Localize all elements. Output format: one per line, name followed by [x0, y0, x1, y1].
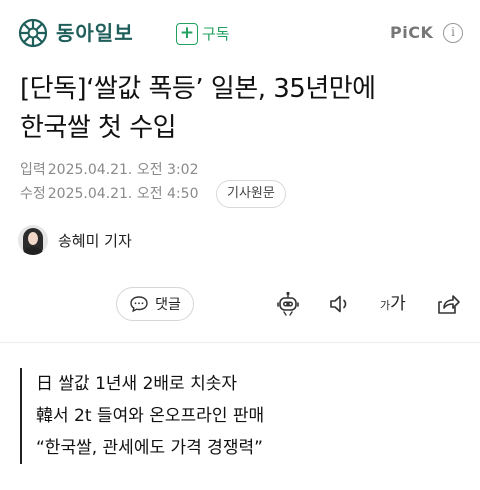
font-size-button[interactable]: 가가 [380, 292, 406, 316]
headline-line-1: [단독]‘쌀값 폭등’ 일본, 35년만에 [20, 74, 376, 104]
top-bar: 동아일보 + 구독 PiCK i [0, 0, 480, 64]
divider [0, 342, 480, 343]
listen-button[interactable] [326, 290, 354, 318]
input-date-value: 2025.04.21. 오전 3:02 [47, 162, 199, 178]
font-big-glyph: 가 [390, 294, 406, 314]
summary-line-3: “한국쌀, 관세에도 가격 경쟁력” [36, 438, 263, 458]
summary-line-1: 日 쌀값 1년새 2배로 치솟자 [36, 374, 238, 394]
brand-name[interactable]: 동아일보 [56, 18, 134, 48]
modified-date: 수정 2025.04.21. 오전 4:50 [20, 184, 198, 204]
pick-label: PiCK [390, 23, 434, 42]
author-info[interactable]: 송혜미 기자 [18, 224, 132, 256]
original-article-button[interactable]: 기사원문 [216, 180, 286, 208]
summary-line-2: 韓서 2t 들여와 온오프라인 판매 [36, 406, 265, 426]
subscribe-label: 구독 [202, 25, 230, 43]
subscribe-button[interactable]: + 구독 [176, 22, 230, 46]
plus-icon: + [176, 23, 198, 45]
input-date-label: 입력 [20, 162, 46, 178]
share-icon [438, 295, 460, 314]
font-small-glyph: 가 [380, 299, 391, 312]
modified-date-value: 2025.04.21. 오전 4:50 [47, 186, 199, 202]
comment-icon [130, 296, 148, 313]
article-headline: [단독]‘쌀값 폭등’ 일본, 35년만에 한국쌀 첫 수입 [20, 70, 470, 148]
speaker-icon [330, 295, 347, 313]
robot-summary-icon [277, 291, 299, 316]
author-name: 송혜미 기자 [58, 231, 132, 250]
modified-date-label: 수정 [20, 186, 46, 202]
author-avatar [18, 225, 48, 255]
comment-button[interactable]: 댓글 [116, 287, 194, 321]
ai-summary-button[interactable] [274, 290, 302, 318]
comment-label: 댓글 [155, 297, 181, 313]
input-date: 입력 2025.04.21. 오전 3:02 [20, 160, 198, 180]
donga-logo-icon[interactable] [18, 18, 48, 48]
info-icon[interactable]: i [443, 23, 463, 43]
share-button[interactable] [434, 290, 462, 318]
article-summary: 日 쌀값 1년새 2배로 치솟자 韓서 2t 들여와 온오프라인 판매 “한국쌀… [20, 368, 460, 464]
headline-line-2: 한국쌀 첫 수입 [20, 113, 177, 143]
